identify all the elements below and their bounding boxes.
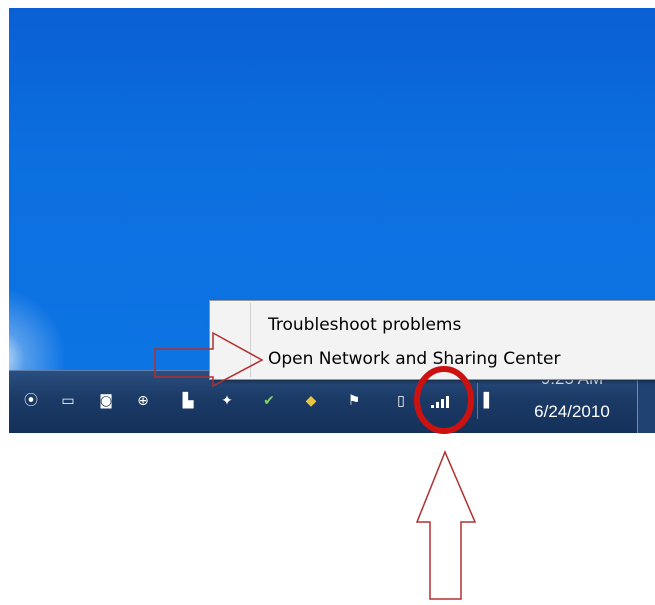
disc-icon[interactable]: ⦿	[21, 391, 41, 411]
monitor-icon[interactable]: ▭	[58, 391, 78, 411]
menu-icon-gutter	[250, 303, 251, 377]
device-icon[interactable]: ▙	[178, 391, 198, 411]
security-shield-icon[interactable]: ◆	[301, 391, 321, 411]
action-center-flag-icon[interactable]: ⚑	[344, 391, 364, 411]
usb-check-icon[interactable]: ✔	[259, 391, 279, 411]
camera-icon[interactable]: ◙	[96, 391, 116, 411]
page-border	[0, 0, 9, 605]
wallpaper-glow	[9, 251, 86, 370]
menu-item-open-network-center[interactable]: Open Network and Sharing Center	[268, 349, 560, 369]
menu-item-troubleshoot[interactable]: Troubleshoot problems	[268, 315, 461, 335]
network-context-menu: Troubleshoot problems Open Network and S…	[209, 300, 655, 380]
annotation-up-arrow	[415, 450, 477, 600]
network-globe-icon[interactable]: ⊕	[133, 391, 153, 411]
signal-bars	[431, 396, 449, 408]
battery-icon[interactable]: ▯	[391, 391, 411, 411]
clock-date: 6/24/2010	[534, 402, 610, 421]
tray-divider	[477, 383, 478, 419]
volume-icon[interactable]: ▌	[479, 391, 499, 411]
satellite-icon[interactable]: ✦	[217, 391, 237, 411]
show-desktop-button[interactable]	[637, 371, 655, 433]
clock[interactable]: 9:25 AM 6/24/2010	[517, 369, 627, 433]
wireless-signal-icon[interactable]	[429, 391, 455, 411]
